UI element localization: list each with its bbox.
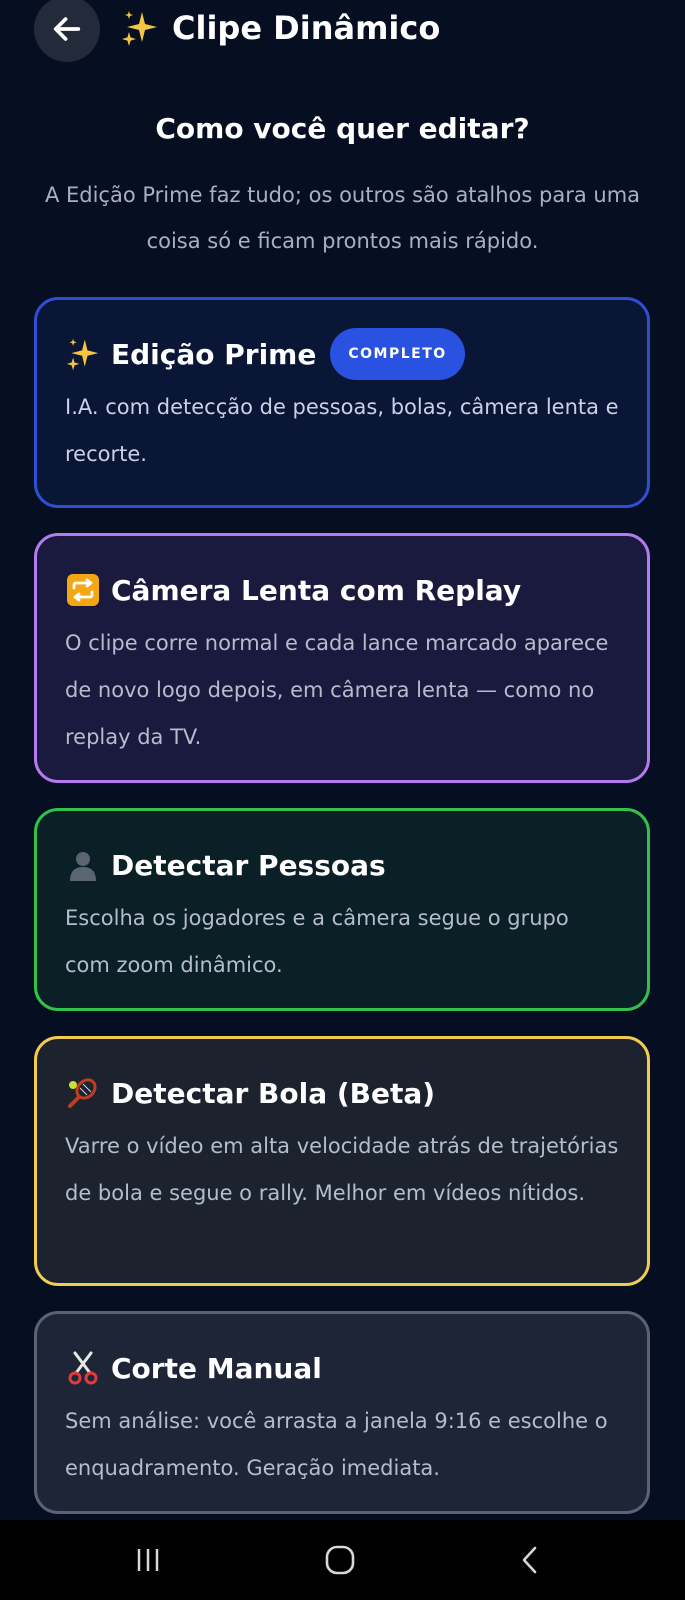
section-heading: Como você quer editar?: [155, 112, 530, 145]
person-icon: [65, 847, 101, 883]
card-title: Detectar Pessoas: [111, 848, 386, 882]
home-icon: [325, 1545, 355, 1575]
card-description: Sem análise: você arrasta a janela 9:16 …: [65, 1409, 608, 1480]
home-button[interactable]: [300, 1530, 380, 1590]
nav-back-button[interactable]: [490, 1530, 570, 1590]
card-title: Câmera Lenta com Replay: [111, 573, 522, 607]
option-card-camera-lenta-replay[interactable]: Câmera Lenta com Replay O clipe corre no…: [34, 533, 650, 783]
card-description: O clipe corre normal e cada lance marcad…: [65, 631, 609, 749]
card-title: Detectar Bola (Beta): [111, 1076, 436, 1110]
back-button[interactable]: [34, 0, 100, 62]
option-card-corte-manual[interactable]: Corte Manual Sem análise: você arrasta a…: [34, 1311, 650, 1514]
option-card-edicao-prime[interactable]: Edição Prime COMPLETO I.A. com detecção …: [34, 297, 650, 508]
card-title-row: Detectar Bola (Beta): [65, 1069, 619, 1117]
card-description: Escolha os jogadores e a câmera segue o …: [65, 906, 569, 977]
card-title: Corte Manual: [111, 1351, 322, 1385]
header: Clipe Dinâmico: [0, 0, 685, 62]
repeat-icon: [65, 572, 101, 608]
nav-back-icon: [522, 1546, 537, 1574]
card-title-row: Corte Manual: [65, 1344, 619, 1392]
sparkles-icon: [65, 336, 101, 372]
system-nav-bar: [0, 1520, 685, 1600]
card-description: Varre o vídeo em alta velocidade atrás d…: [65, 1134, 619, 1205]
option-card-detectar-pessoas[interactable]: Detectar Pessoas Escolha os jogadores e …: [34, 808, 650, 1011]
card-title-row: Edição Prime COMPLETO: [65, 328, 619, 380]
section-intro: A Edição Prime faz tudo; os outros são a…: [44, 183, 641, 253]
page-title: Clipe Dinâmico: [172, 9, 441, 47]
card-title-row: Detectar Pessoas: [65, 841, 619, 889]
arrow-left-icon: [53, 17, 81, 41]
card-description: I.A. com detecção de pessoas, bolas, câm…: [65, 395, 619, 466]
card-title-row: Câmera Lenta com Replay: [65, 566, 619, 614]
page-title-container: Clipe Dinâmico: [120, 8, 440, 48]
recents-icon: [137, 1549, 159, 1571]
recents-button[interactable]: [108, 1530, 188, 1590]
option-card-detectar-bola[interactable]: Detectar Bola (Beta) Varre o vídeo em al…: [34, 1036, 650, 1286]
card-title: Edição Prime: [111, 337, 317, 371]
tennis-icon: [65, 1075, 101, 1111]
status-badge: COMPLETO: [330, 328, 465, 380]
screen: Clipe Dinâmico Como você quer editar? A …: [0, 0, 685, 1600]
scissors-icon: [65, 1350, 101, 1386]
sparkles-icon: [122, 11, 157, 46]
